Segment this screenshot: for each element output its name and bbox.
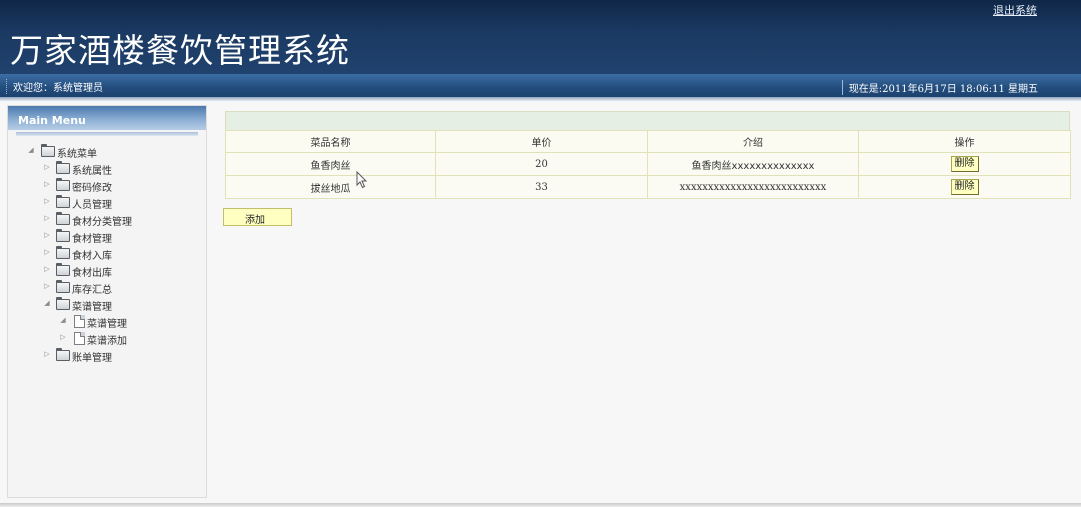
folder-icon [56,178,70,191]
table-row: 拔丝地瓜 33 xxxxxxxxxxxxxxxxxxxxxxxxxx 删除 [225,175,1071,199]
app-title: 万家酒楼餐饮管理系统 [10,31,350,70]
collapsed-arrow-icon[interactable]: ▷ [43,180,51,190]
delete-button[interactable]: 删除 [950,156,979,172]
action-cell: 删除 [858,152,1071,176]
sidebar: Main Menu ◢ 系统菜单 ▷ 系统属性 ▷ 密码修改 ▷ 人员管理 ▷ … [7,105,207,498]
tree-label: 系统菜单 [57,149,97,160]
column-header-dish-name: 菜品名称 [225,130,436,153]
dish-table: 菜品名称 单价 介绍 操作 鱼香肉丝 20 鱼香肉丝xxxxxxxxxxxxxx… [225,130,1071,199]
price-cell: 20 [435,152,648,176]
tree-label: 菜谱管理 [72,302,112,313]
expanded-arrow-icon[interactable]: ◢ [27,146,35,156]
column-header-intro: 介绍 [647,130,859,153]
document-icon [74,315,85,328]
menu-title: Main Menu [8,106,206,130]
collapsed-arrow-icon[interactable]: ▷ [43,350,51,360]
footer-line [0,503,1081,507]
folder-icon [56,246,70,259]
tree-item-ingredient-management[interactable]: ▷ 食材管理 [8,229,206,246]
collapsed-arrow-icon[interactable]: ▷ [59,333,67,343]
delete-button[interactable]: 删除 [950,179,979,195]
price-cell: 33 [435,175,648,199]
tree-item-inventory-summary[interactable]: ▷ 库存汇总 [8,280,206,297]
dish-table-panel: 菜品名称 单价 介绍 操作 鱼香肉丝 20 鱼香肉丝xxxxxxxxxxxxxx… [225,111,1071,199]
tree-item-bill-management[interactable]: ▷ 账单管理 [8,348,206,365]
tree-item-staff-management[interactable]: ▷ 人员管理 [8,195,206,212]
collapsed-arrow-icon[interactable]: ▷ [43,214,51,224]
collapsed-arrow-icon[interactable]: ▷ [43,282,51,292]
tree-item-menu-list[interactable]: ◢ 菜谱管理 [8,314,206,331]
collapsed-arrow-icon[interactable]: ▷ [43,231,51,241]
tree-label: 密码修改 [72,183,112,194]
tree-label: 食材分类管理 [72,217,132,228]
tree-label: 系统属性 [72,166,112,177]
intro-cell: 鱼香肉丝xxxxxxxxxxxxxx [647,152,859,176]
current-time: 现在是:2011年6月17日 18:06:11 星期五 [841,80,1038,95]
tree-item-password-change[interactable]: ▷ 密码修改 [8,178,206,195]
tree-item-menu-management[interactable]: ◢ 菜谱管理 [8,297,206,314]
action-cell: 删除 [858,175,1071,199]
intro-cell: xxxxxxxxxxxxxxxxxxxxxxxxxx [647,175,859,199]
folder-icon [56,195,70,208]
table-caption-bar [225,111,1070,130]
tree-item-menu-add[interactable]: ▷ 菜谱添加 [8,331,206,348]
tree-label: 人员管理 [72,200,112,211]
welcome-text: 欢迎您：系统管理员 [6,79,103,94]
mouse-pointer-icon [356,171,368,189]
tree-item-ingredient-inbound[interactable]: ▷ 食材入库 [8,246,206,263]
tree-label: 账单管理 [72,353,112,364]
dish-name-cell: 拔丝地瓜 [225,175,436,199]
tree-item-system-properties[interactable]: ▷ 系统属性 [8,161,206,178]
folder-icon [56,229,70,242]
folder-open-icon [41,144,55,157]
add-dish-button[interactable]: 添加 [223,208,292,226]
expanded-arrow-icon[interactable]: ◢ [43,299,51,309]
collapsed-arrow-icon[interactable]: ▷ [43,163,51,173]
tree-label: 食材入库 [72,251,112,262]
menu-tree: ◢ 系统菜单 ▷ 系统属性 ▷ 密码修改 ▷ 人员管理 ▷ 食材分类管理 ▷ 食… [8,144,206,365]
table-row: 鱼香肉丝 20 鱼香肉丝xxxxxxxxxxxxxx 删除 [225,152,1071,176]
table-header-row: 菜品名称 单价 介绍 操作 [225,130,1071,153]
collapsed-arrow-icon[interactable]: ▷ [43,248,51,258]
folder-icon [56,348,70,361]
expanded-arrow-icon[interactable]: ◢ [59,316,67,326]
folder-icon [56,263,70,276]
menu-divider [16,132,198,136]
dish-name-cell: 鱼香肉丝 [225,152,436,176]
tree-item-ingredient-category[interactable]: ▷ 食材分类管理 [8,212,206,229]
column-header-price: 单价 [435,130,648,153]
collapsed-arrow-icon[interactable]: ▷ [43,265,51,275]
collapsed-arrow-icon[interactable]: ▷ [43,197,51,207]
folder-icon [56,280,70,293]
tree-label: 菜谱添加 [87,336,127,347]
tree-item-ingredient-outbound[interactable]: ▷ 食材出库 [8,263,206,280]
column-header-action: 操作 [858,130,1071,153]
folder-icon [56,212,70,225]
tree-label: 食材出库 [72,268,112,279]
app-header: 退出系统 万家酒楼餐饮管理系统 [0,0,1081,74]
tree-root-system-menu[interactable]: ◢ 系统菜单 [8,144,206,161]
folder-icon [56,161,70,174]
folder-open-icon [56,297,70,310]
logout-link[interactable]: 退出系统 [993,2,1037,18]
document-icon [74,332,85,345]
tree-label: 菜谱管理 [87,319,127,330]
tree-label: 库存汇总 [72,285,112,296]
tree-label: 食材管理 [72,234,112,245]
info-bar: 欢迎您：系统管理员 现在是:2011年6月17日 18:06:11 星期五 [0,74,1081,97]
